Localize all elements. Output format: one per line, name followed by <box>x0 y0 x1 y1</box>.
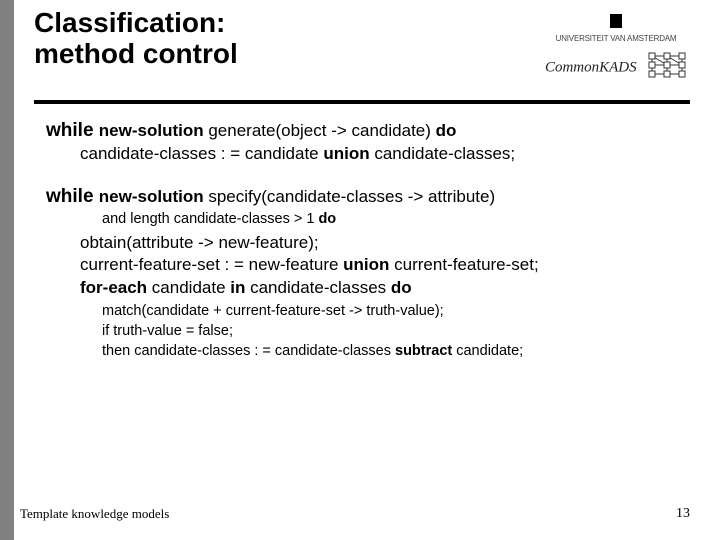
code-text: candidate-classes <box>245 278 391 297</box>
code-text: candidate-classes : = candidate <box>80 144 323 163</box>
code-line: then candidate-classes : = candidate-cla… <box>102 341 680 361</box>
slide-header: Classification: method control UNIVERSIT… <box>34 8 690 100</box>
header-rule <box>34 100 690 104</box>
title-line-1: Classification: <box>34 7 225 38</box>
code-line: candidate-classes : = candidate union ca… <box>80 143 680 165</box>
code-block-1: while new-solution generate(object -> ca… <box>46 118 680 166</box>
code-line: for-each candidate in candidate-classes … <box>80 277 680 299</box>
code-text: current-feature-set : = new-feature <box>80 255 343 274</box>
code-line: match(candidate + current-feature-set ->… <box>102 301 680 321</box>
code-text: candidate; <box>452 343 523 359</box>
kw-in: in <box>230 278 245 297</box>
kw-new-solution: new-solution <box>99 121 204 140</box>
kw-union: union <box>323 144 369 163</box>
left-accent-bar <box>0 0 14 540</box>
slide-body: while new-solution generate(object -> ca… <box>46 118 680 361</box>
code-text: and length candidate-classes > 1 <box>102 211 318 227</box>
code-line: and length candidate-classes > 1 do <box>102 210 680 229</box>
kw-do: do <box>391 278 412 297</box>
university-crest-icon <box>610 14 622 28</box>
kw-while: while <box>46 120 99 141</box>
kw-while: while <box>46 186 99 207</box>
code-text: generate(object -> candidate) <box>204 121 436 140</box>
code-text: specify(candidate-classes -> attribute) <box>204 187 496 206</box>
code-line: while new-solution generate(object -> ca… <box>46 118 680 143</box>
kw-union: union <box>343 255 389 274</box>
code-line: while new-solution specify(candidate-cla… <box>46 184 680 209</box>
title-line-2: method control <box>34 38 238 69</box>
code-line: current-feature-set : = new-feature unio… <box>80 254 680 276</box>
university-label: UNIVERSITEIT VAN AMSTERDAM <box>542 34 690 43</box>
code-text: candidate <box>147 278 230 297</box>
kw-new-solution: new-solution <box>99 187 204 206</box>
kw-for-each: for-each <box>80 278 147 297</box>
code-line: obtain(attribute -> new-feature); <box>80 232 680 254</box>
footer-title: Template knowledge models <box>20 506 169 522</box>
commonkads-graph-icon <box>647 51 687 84</box>
code-text: then candidate-classes : = candidate-cla… <box>102 343 395 359</box>
code-text: current-feature-set; <box>389 255 538 274</box>
code-inner-body: match(candidate + current-feature-set ->… <box>102 301 680 361</box>
kw-do: do <box>318 211 336 227</box>
kw-do: do <box>436 121 457 140</box>
kw-subtract: subtract <box>395 343 452 359</box>
commonkads-label: CommonKADS <box>545 60 637 76</box>
logo-block: UNIVERSITEIT VAN AMSTERDAM CommonKADS <box>542 14 690 84</box>
code-body: obtain(attribute -> new-feature); curren… <box>80 232 680 299</box>
page-number: 13 <box>676 506 690 522</box>
code-line: if truth-value = false; <box>102 321 680 341</box>
code-text: candidate-classes; <box>370 144 516 163</box>
code-block-2: while new-solution specify(candidate-cla… <box>46 184 680 362</box>
